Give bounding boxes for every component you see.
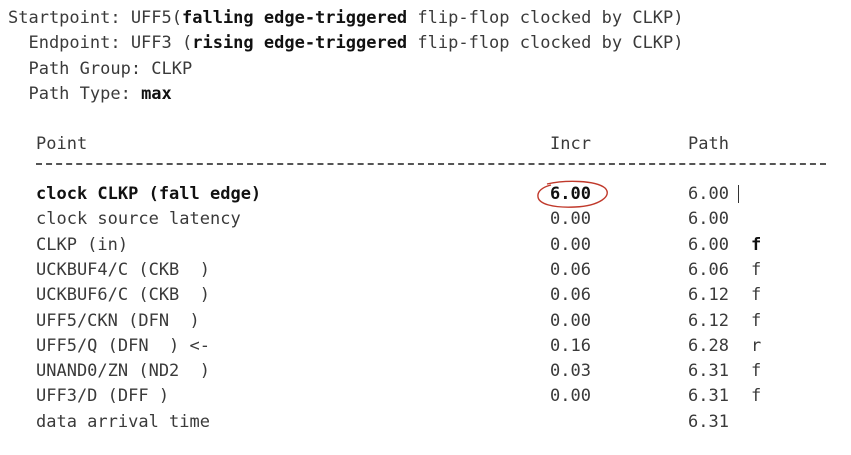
path-cell: 6.00 <box>688 184 729 204</box>
path-cell: 6.12 <box>688 310 729 331</box>
point-cell: UFF5/Q (DFN ) <- <box>36 335 210 356</box>
endpoint-line: Endpoint: UFF3 (rising edge-triggered fl… <box>8 33 684 53</box>
transition-flag: r <box>751 335 762 356</box>
transition-flag: f <box>751 234 762 255</box>
path-type-value: max <box>141 84 172 104</box>
transition-flag: f <box>751 386 762 407</box>
point-cell: CLKP (in) <box>36 234 129 255</box>
transition-flag: f <box>751 259 762 280</box>
path-cell: 6.31 <box>688 361 729 382</box>
endpoint-suffix: flip-flop clocked by CLKP) <box>407 33 684 53</box>
startpoint-line: Startpoint: UFF5(falling edge-triggered … <box>8 8 684 28</box>
incr-cell: 0.06 <box>550 259 591 280</box>
path-cell: 6.28 <box>688 335 729 356</box>
path-cell: 6.12 <box>688 285 729 306</box>
incr-cell: 0.00 <box>550 209 591 230</box>
incr-cell: 0.00 <box>550 386 591 407</box>
startpoint-suffix: flip-flop clocked by CLKP) <box>407 8 684 28</box>
handwritten-circle-annotation <box>537 180 608 208</box>
point-cell: clock CLKP (fall edge) <box>36 184 262 204</box>
path-group-line: Path Group: CLKP <box>8 59 193 79</box>
text-cursor <box>738 185 739 203</box>
incr-cell: 0.16 <box>550 335 591 356</box>
endpoint-edge: rising edge-triggered <box>192 33 408 53</box>
transition-flag: f <box>751 285 762 306</box>
separator-line <box>36 163 826 165</box>
point-cell: UFF3/D (DFF ) <box>36 386 170 407</box>
column-header-incr: Incr <box>550 134 591 154</box>
point-cell: UCKBUF6/C (CKB ) <box>36 285 210 306</box>
point-cell: clock source latency <box>36 209 241 230</box>
point-cell: UFF5/CKN (DFN ) <box>36 310 200 331</box>
point-cell: UCKBUF4/C (CKB ) <box>36 259 210 280</box>
point-cell: UNAND0/ZN (ND2 ) <box>36 361 210 382</box>
path-cell: 6.00 <box>688 209 729 230</box>
startpoint-prefix: Startpoint: UFF5( <box>8 8 182 28</box>
transition-flag: f <box>751 361 762 382</box>
transition-flag: f <box>751 310 762 331</box>
path-type-line: Path Type: max <box>8 84 172 104</box>
path-type-label: Path Type: <box>8 84 142 104</box>
endpoint-prefix: Endpoint: UFF3 ( <box>8 33 193 53</box>
column-header-path: Path <box>688 134 729 154</box>
path-cell: 6.31 <box>688 386 729 407</box>
path-cell: 6.06 <box>688 259 729 280</box>
incr-cell: 0.00 <box>550 234 591 255</box>
startpoint-edge: falling edge-triggered <box>182 8 408 28</box>
path-cell: 6.00 <box>688 234 729 255</box>
incr-cell: 0.03 <box>550 361 591 382</box>
path-cell: 6.31 <box>688 411 729 432</box>
incr-cell: 0.00 <box>550 310 591 331</box>
column-header-point: Point <box>36 134 88 154</box>
point-cell: data arrival time <box>36 411 210 432</box>
incr-cell: 0.06 <box>550 285 591 306</box>
